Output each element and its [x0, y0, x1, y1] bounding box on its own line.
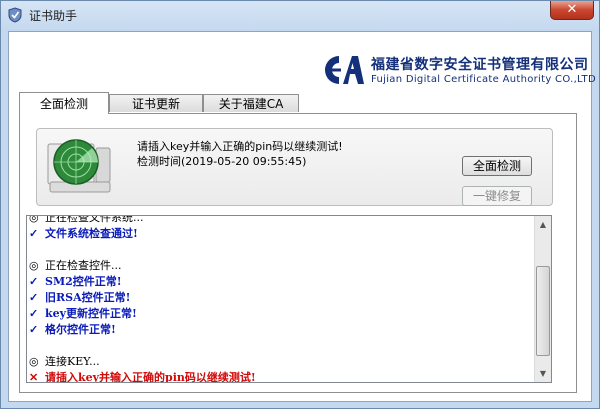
window-title: 证书助手: [29, 9, 78, 23]
radar-scanner-icon: [47, 139, 111, 193]
app-window: 证书助手 ✕ 福建省数字安全证书管理有限公司 Fujian Digital Ce…: [0, 0, 600, 409]
log-scrollbar[interactable]: ▲ ▼: [534, 216, 551, 382]
close-button[interactable]: ✕: [550, 1, 594, 20]
tab-cert-update[interactable]: 证书更新: [109, 94, 203, 112]
title-bar[interactable]: 证书助手 ✕: [1, 1, 599, 30]
bullet-icon: ◎: [29, 355, 39, 368]
log-text: 请插入key并输入正确的pin码以继续测试!: [45, 371, 256, 383]
log-text: SM2控件正常!: [45, 275, 122, 288]
bullet-icon: ◎: [29, 259, 39, 272]
check-icon: ✓: [29, 275, 39, 288]
log-lines: ◎ 正在检查文件系统... ✓ 文件系统检查通过! ◎ 正在检查控件... ✓ SM2控件正常…: [29, 215, 529, 383]
log-line: ✓ 文件系统检查通过!: [29, 226, 529, 242]
log-text: 正在检查文件系统...: [45, 215, 144, 224]
check-time: 检测时间(2019-05-20 09:55:45): [137, 155, 307, 168]
main-content: 福建省数字安全证书管理有限公司 Fujian Digital Certifica…: [8, 31, 596, 402]
check-icon: ✓: [29, 323, 39, 336]
full-check-button[interactable]: 全面检测: [462, 156, 532, 176]
check-log[interactable]: ◎ 正在检查文件系统... ✓ 文件系统检查通过! ◎ 正在检查控件... ✓ SM2控件正常…: [26, 215, 552, 383]
fjca-logo-icon: [325, 56, 364, 84]
company-name-cn: 福建省数字安全证书管理有限公司: [371, 57, 589, 73]
tab-full-check[interactable]: 全面检测: [19, 92, 109, 114]
log-line: ✓ 旧RSA控件正常!: [29, 290, 529, 306]
full-check-panel: 请插入key并输入正确的pin码以继续测试! 检测时间(2019-05-20 0…: [19, 113, 577, 393]
company-name-en: Fujian Digital Certificate Authority CO.…: [371, 74, 596, 85]
log-line: ✓ key更新控件正常!: [29, 306, 529, 322]
bullet-icon: ◎: [29, 215, 39, 224]
log-text: 正在检查控件...: [45, 259, 122, 272]
log-text: 旧RSA控件正常!: [45, 291, 131, 304]
scroll-up-icon[interactable]: ▲: [535, 216, 551, 233]
log-text: 格尔控件正常!: [45, 323, 116, 336]
check-icon: ✓: [29, 291, 39, 304]
one-click-repair-button[interactable]: 一键修复: [462, 186, 532, 206]
log-line: ✕ 请插入key并输入正确的pin码以继续测试!: [29, 370, 529, 383]
scroll-down-icon[interactable]: ▼: [535, 365, 551, 382]
error-icon: ✕: [29, 371, 39, 383]
log-text: 文件系统检查通过!: [45, 227, 138, 240]
status-box: 请插入key并输入正确的pin码以继续测试! 检测时间(2019-05-20 0…: [36, 128, 553, 206]
check-icon: ✓: [29, 227, 39, 240]
certificate-app-icon: [8, 7, 22, 23]
status-message: 请插入key并输入正确的pin码以继续测试!: [137, 140, 343, 153]
log-line: ◎ 正在检查文件系统...: [29, 215, 529, 226]
log-line: ◎ 连接KEY...: [29, 354, 529, 370]
scroll-thumb[interactable]: [536, 266, 550, 356]
log-line: ✓ 格尔控件正常!: [29, 322, 529, 338]
log-text: 连接KEY...: [45, 355, 100, 368]
log-line: ◎ 正在检查控件...: [29, 258, 529, 274]
log-text: key更新控件正常!: [45, 307, 137, 320]
check-icon: ✓: [29, 307, 39, 320]
tab-about-fjca[interactable]: 关于福建CA: [203, 94, 299, 112]
log-line: ✓ SM2控件正常!: [29, 274, 529, 290]
